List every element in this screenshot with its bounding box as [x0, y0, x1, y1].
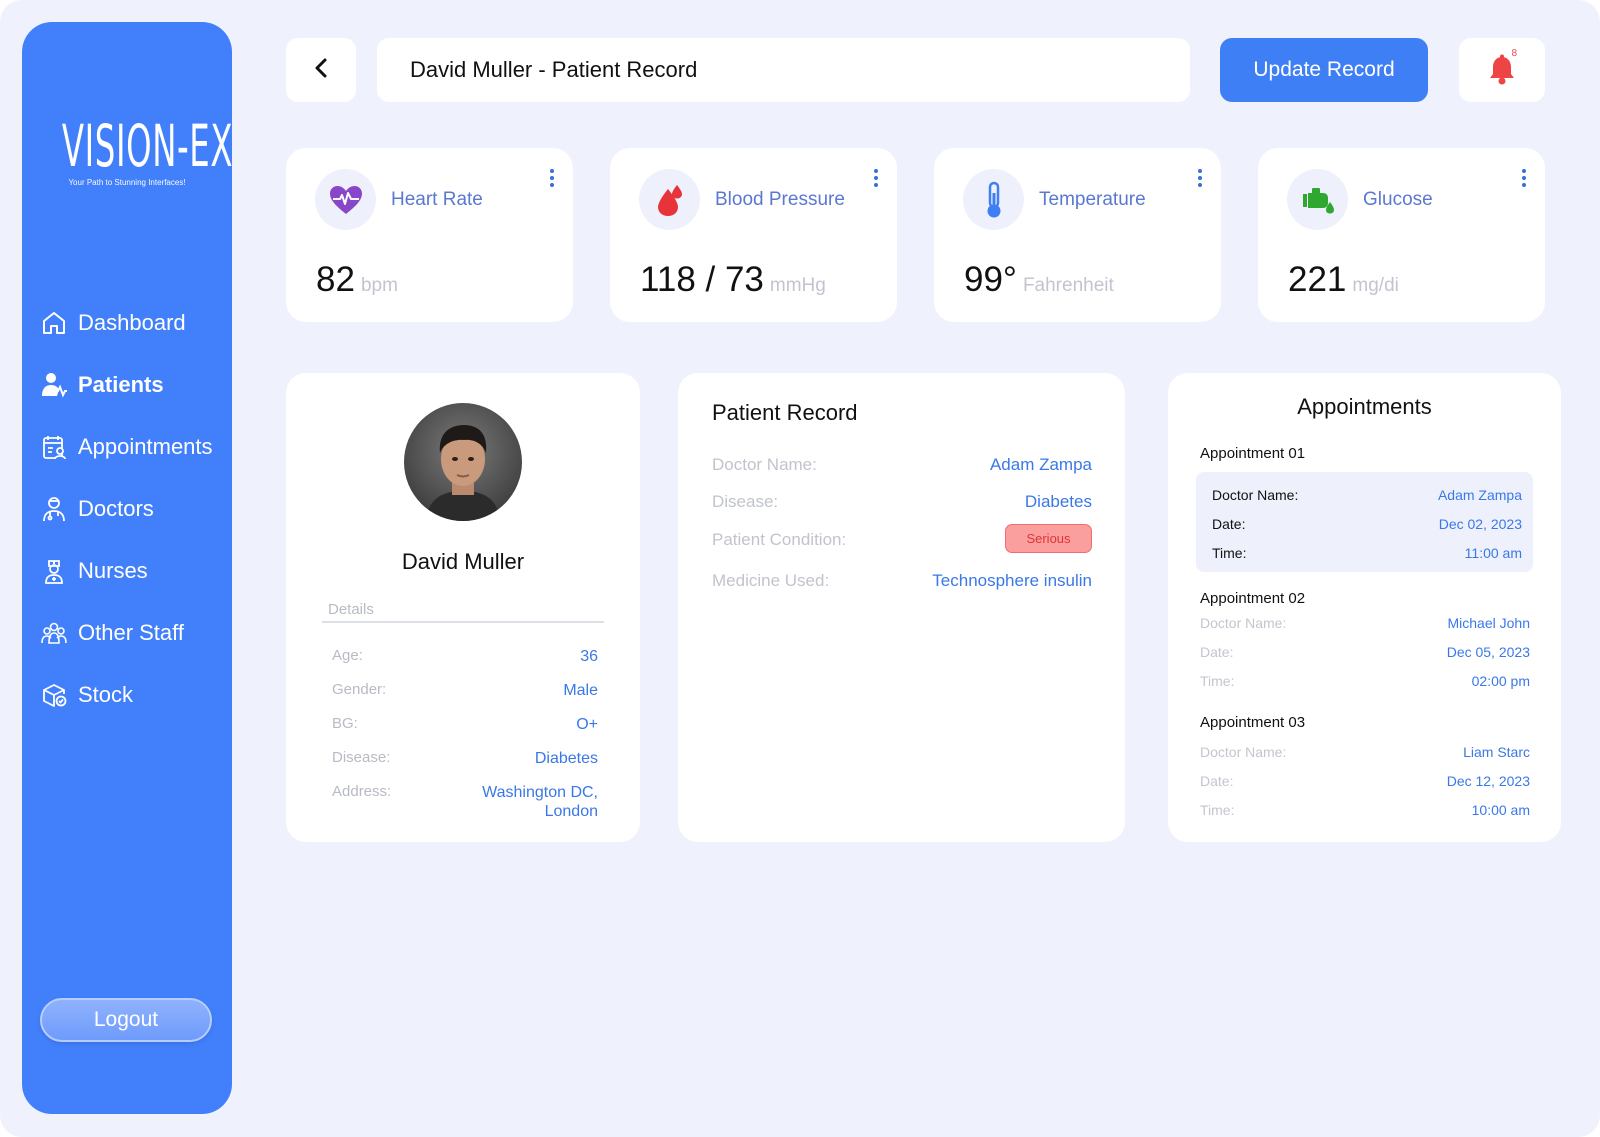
- update-record-button[interactable]: Update Record: [1220, 38, 1428, 102]
- sidebar-item-label: Stock: [78, 682, 134, 707]
- sidebar-item-other-staff[interactable]: Other Staff: [40, 602, 232, 664]
- record-title: Patient Record: [712, 400, 858, 425]
- appointments-title: Appointments: [1297, 394, 1432, 419]
- kebab-menu-icon[interactable]: [1197, 168, 1203, 188]
- glucose-meter-icon: [1287, 169, 1348, 230]
- sidebar-item-nurses[interactable]: Nurses: [40, 540, 232, 602]
- sidebar-nav: Dashboard Patients Appointments Doctors: [40, 292, 232, 726]
- patients-icon: [40, 371, 68, 399]
- appointments-card: Appointments Appointment 01 Doctor Name:…: [1168, 373, 1561, 842]
- sidebar-item-label: Doctors: [78, 496, 154, 521]
- avatar: [404, 403, 522, 521]
- page-title: David Muller - Patient Record: [377, 38, 1190, 102]
- appointment-heading: Appointment 01: [1200, 445, 1306, 462]
- notifications-button[interactable]: 8: [1459, 38, 1545, 102]
- notification-count-badge: 8: [1511, 48, 1517, 59]
- sidebar-item-label: Dashboard: [78, 310, 186, 335]
- vital-label: Temperature: [1039, 189, 1146, 210]
- calendar-person-icon: [40, 433, 68, 461]
- bell-icon: [1485, 54, 1519, 91]
- heart-pulse-icon: [315, 169, 376, 230]
- appointment-heading: Appointment 02: [1200, 590, 1306, 607]
- vital-unit: mmHg: [769, 275, 826, 296]
- blood-drop-icon: [639, 169, 700, 230]
- sidebar-item-stock[interactable]: Stock: [40, 664, 232, 726]
- back-button[interactable]: [286, 38, 356, 102]
- sidebar-item-doctors[interactable]: Doctors: [40, 478, 232, 540]
- vital-card-blood-pressure: Blood Pressure 118 / 73 mmHg: [610, 148, 897, 322]
- vital-unit: bpm: [360, 275, 398, 296]
- details-label: Details: [328, 601, 374, 618]
- staff-icon: [40, 619, 68, 647]
- thermometer-icon: [963, 169, 1024, 230]
- nurse-icon: [40, 557, 68, 585]
- chevron-left-icon: [311, 57, 331, 84]
- brand-logo: VISION-EX Your Path to Stunning Interfac…: [22, 112, 234, 187]
- vital-label: Blood Pressure: [715, 189, 845, 210]
- box-icon: [40, 681, 68, 709]
- sidebar-item-label: Other Staff: [78, 620, 184, 645]
- status-badge: Serious: [1005, 524, 1092, 553]
- brand-tagline: Your Path to Stunning Interfaces!: [68, 178, 186, 187]
- vital-value: 221 mg/di: [1288, 260, 1399, 299]
- vital-unit: mg/di: [1352, 275, 1399, 296]
- sidebar-item-dashboard[interactable]: Dashboard: [40, 292, 232, 354]
- vital-card-temperature: Temperature 99° Fahrenheit: [934, 148, 1221, 322]
- brand-name: VISION-EX: [61, 112, 234, 180]
- home-icon: [40, 309, 68, 337]
- appointment-heading: Appointment 03: [1200, 714, 1306, 731]
- kebab-menu-icon[interactable]: [873, 168, 879, 188]
- kebab-menu-icon[interactable]: [1521, 168, 1527, 188]
- patient-record-card: Patient Record Doctor Name: Adam Zampa Di…: [678, 373, 1125, 842]
- app-page: VISION-EX Your Path to Stunning Interfac…: [0, 0, 1600, 1137]
- vital-label: Glucose: [1363, 189, 1433, 210]
- vital-value: 99° Fahrenheit: [964, 260, 1114, 299]
- vital-value: 82 bpm: [316, 260, 398, 299]
- vital-card-heart-rate: Heart Rate 82 bpm: [286, 148, 573, 322]
- sidebar-item-patients[interactable]: Patients: [40, 354, 232, 416]
- logout-button[interactable]: Logout: [40, 998, 212, 1042]
- divider: [322, 621, 604, 623]
- sidebar-item-appointments[interactable]: Appointments: [40, 416, 232, 478]
- sidebar-item-label: Nurses: [78, 558, 148, 583]
- sidebar-item-label: Patients: [78, 372, 164, 397]
- kebab-menu-icon[interactable]: [549, 168, 555, 188]
- vital-unit: Fahrenheit: [1022, 275, 1114, 296]
- patient-name: David Muller: [401, 549, 525, 574]
- doctor-icon: [40, 495, 68, 523]
- vital-card-glucose: Glucose 221 mg/di: [1258, 148, 1545, 322]
- sidebar: VISION-EX Your Path to Stunning Interfac…: [22, 22, 234, 1114]
- patient-profile-card: David Muller Details Age: 36 Gender: Male …: [286, 373, 640, 842]
- vital-value: 118 / 73 mmHg: [640, 260, 826, 299]
- sidebar-item-label: Appointments: [78, 434, 213, 459]
- vital-label: Heart Rate: [391, 189, 483, 210]
